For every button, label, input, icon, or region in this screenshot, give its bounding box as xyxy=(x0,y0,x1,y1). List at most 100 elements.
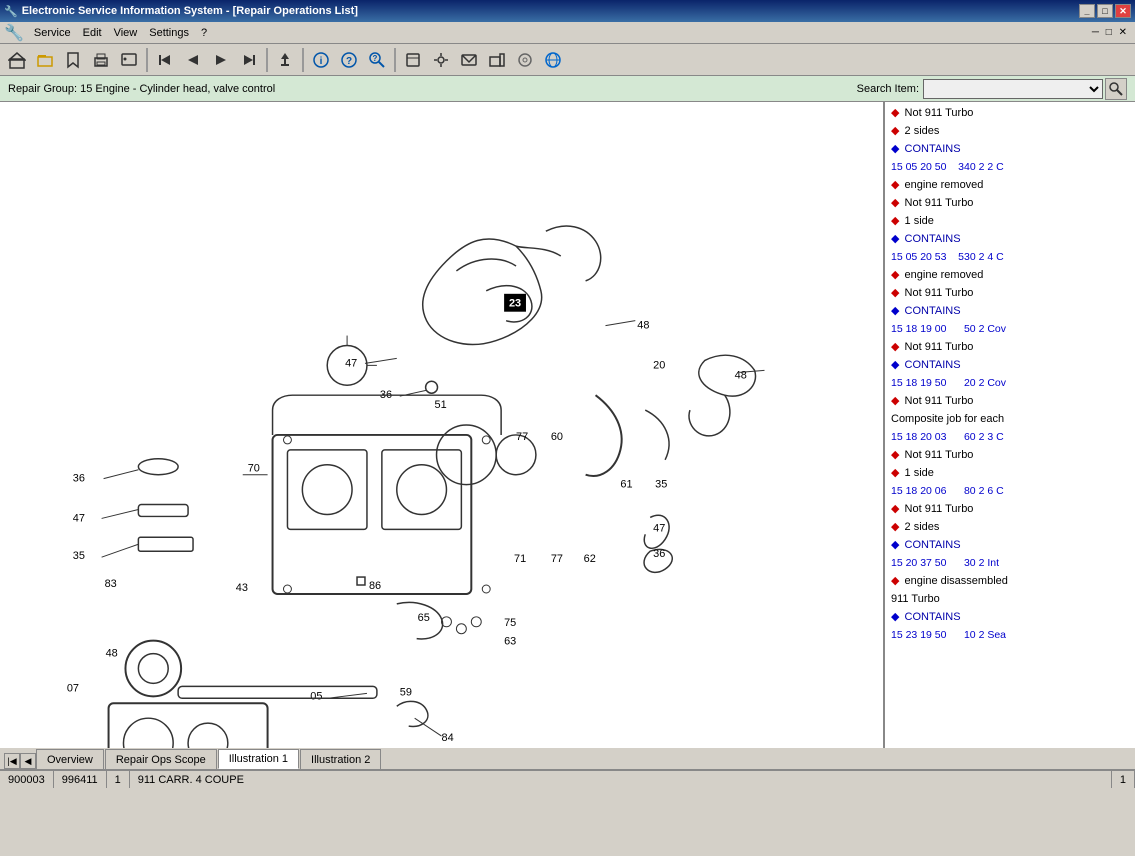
sub-minimize[interactable]: ─ xyxy=(1092,27,1099,38)
svg-text:23: 23 xyxy=(509,298,521,310)
rp-contains-icon-14: ◆ xyxy=(891,359,899,371)
svg-text:47: 47 xyxy=(73,512,85,524)
tab-nav-first[interactable]: |◀ xyxy=(4,753,20,769)
toolbar-next[interactable] xyxy=(208,47,234,73)
rp-text-20: 1 side xyxy=(905,467,934,479)
svg-text:65: 65 xyxy=(418,612,430,624)
rp-entry-8[interactable]: 15 05 20 53 530 2 4 C xyxy=(889,248,1131,266)
toolbar-config[interactable] xyxy=(428,47,454,73)
rp-entry-27: 911 Turbo xyxy=(889,590,1131,608)
status-bar: 900003 996411 1 911 CARR. 4 COUPE 1 xyxy=(0,770,1135,788)
svg-text:59: 59 xyxy=(400,686,412,698)
toolbar-search-help[interactable]: ? xyxy=(364,47,390,73)
rp-entry-29[interactable]: 15 23 19 50 10 2 Sea xyxy=(889,626,1131,644)
tab-illustration-2[interactable]: Illustration 2 xyxy=(300,749,381,769)
svg-text:91: 91 xyxy=(66,747,78,748)
rp-entry-19: ◆ Not 911 Turbo xyxy=(889,446,1131,464)
menu-edit[interactable]: Edit xyxy=(77,25,108,41)
search-input[interactable] xyxy=(923,79,1103,99)
toolbar-tools[interactable] xyxy=(400,47,426,73)
rp-text-4: engine removed xyxy=(905,179,984,191)
toolbar-first[interactable] xyxy=(152,47,178,73)
rp-text-26: engine disassembled xyxy=(905,575,1008,587)
status-text-1: 900003 xyxy=(8,774,45,786)
toolbar-prev[interactable] xyxy=(180,47,206,73)
rp-entry-14: ◆ CONTAINS xyxy=(889,356,1131,374)
rp-text-7: CONTAINS xyxy=(905,233,961,245)
rp-text-2: CONTAINS xyxy=(905,143,961,155)
sub-restore[interactable]: □ xyxy=(1106,27,1112,38)
svg-text:05: 05 xyxy=(310,690,322,702)
status-cell-4: 911 CARR. 4 COUPE xyxy=(130,771,1112,788)
search-go-button[interactable] xyxy=(1105,78,1127,100)
toolbar-print[interactable] xyxy=(88,47,114,73)
parts-diagram: 23 48 48 20 xyxy=(0,102,883,748)
rp-diamond-icon-9: ◆ xyxy=(891,269,899,281)
menu-view[interactable]: View xyxy=(108,25,144,41)
right-panel-content: ◆ Not 911 Turbo ◆ 2 sides ◆ CONTAINS 15 … xyxy=(885,102,1135,646)
svg-text:70: 70 xyxy=(248,463,260,475)
rp-entry-24: ◆ CONTAINS xyxy=(889,536,1131,554)
diagram-area: 911 Carrera, 911 Carrera 4 23 48 48 xyxy=(0,102,885,748)
tab-overview[interactable]: Overview xyxy=(36,749,104,769)
title-bar: 🔧 Electronic Service Information System … xyxy=(0,0,1135,22)
rp-entry-21[interactable]: 15 18 20 06 80 2 6 C xyxy=(889,482,1131,500)
menu-service[interactable]: Service xyxy=(28,25,77,41)
toolbar-bookmark[interactable] xyxy=(60,47,86,73)
tab-repair-ops-scope-label: Repair Ops Scope xyxy=(116,754,206,766)
toolbar-last[interactable] xyxy=(236,47,262,73)
tab-nav-prev[interactable]: ◀ xyxy=(20,753,36,769)
sub-close[interactable]: ✕ xyxy=(1119,27,1127,38)
rp-entry-12[interactable]: 15 18 19 00 50 2 Cov xyxy=(889,320,1131,338)
svg-text:61: 61 xyxy=(620,479,632,491)
rp-entry-22: ◆ Not 911 Turbo xyxy=(889,500,1131,518)
rp-diamond-icon-20: ◆ xyxy=(891,467,899,479)
right-panel[interactable]: ◆ Not 911 Turbo ◆ 2 sides ◆ CONTAINS 15 … xyxy=(885,102,1135,748)
rp-entry-15[interactable]: 15 18 19 50 20 2 Cov xyxy=(889,374,1131,392)
rp-text-1: 2 sides xyxy=(905,125,940,137)
rp-entry-3[interactable]: 15 05 20 50 340 2 2 C xyxy=(889,158,1131,176)
rp-text-9: engine removed xyxy=(905,269,984,281)
toolbar-open[interactable] xyxy=(32,47,58,73)
rp-text-15: 15 18 19 50 20 2 Cov xyxy=(891,377,1006,389)
tab-illustration-2-label: Illustration 2 xyxy=(311,754,370,766)
toolbar-help[interactable]: ? xyxy=(336,47,362,73)
rp-entry-25[interactable]: 15 20 37 50 30 2 Int xyxy=(889,554,1131,572)
rp-text-25: 15 20 37 50 30 2 Int xyxy=(891,557,999,569)
svg-text:63: 63 xyxy=(504,636,516,648)
toolbar-info[interactable]: i xyxy=(308,47,334,73)
toolbar-fax[interactable] xyxy=(484,47,510,73)
search-bar: Repair Group: 15 Engine - Cylinder head,… xyxy=(0,76,1135,102)
window-title: Electronic Service Information System - … xyxy=(22,5,1079,17)
search-item-label: Search Item: xyxy=(857,83,919,95)
toolbar-sep3 xyxy=(302,48,304,72)
menu-help[interactable]: ? xyxy=(195,25,213,41)
rp-diamond-icon-22: ◆ xyxy=(891,503,899,515)
rp-entry-9: ◆ engine removed xyxy=(889,266,1131,284)
rp-diamond-icon-16: ◆ xyxy=(891,395,899,407)
toolbar-cd[interactable] xyxy=(512,47,538,73)
rp-text-3: 15 05 20 50 340 2 2 C xyxy=(891,161,1004,173)
svg-text:75: 75 xyxy=(504,617,516,629)
minimize-button[interactable]: _ xyxy=(1079,4,1095,18)
toolbar-print2[interactable] xyxy=(116,47,142,73)
toolbar-up[interactable] xyxy=(272,47,298,73)
tab-repair-ops-scope[interactable]: Repair Ops Scope xyxy=(105,749,217,769)
maximize-button[interactable]: □ xyxy=(1097,4,1113,18)
toolbar-mail[interactable] xyxy=(456,47,482,73)
rp-entry-18[interactable]: 15 18 20 03 60 2 3 C xyxy=(889,428,1131,446)
svg-text:48: 48 xyxy=(637,320,649,332)
toolbar-globe[interactable] xyxy=(540,47,566,73)
menu-settings[interactable]: Settings xyxy=(143,25,195,41)
tab-illustration-1[interactable]: Illustration 1 xyxy=(218,749,299,769)
rp-text-23: 2 sides xyxy=(905,521,940,533)
window-controls: _ □ ✕ xyxy=(1079,4,1131,18)
toolbar-sep2 xyxy=(266,48,268,72)
svg-text:71: 71 xyxy=(514,553,526,565)
close-button[interactable]: ✕ xyxy=(1115,4,1131,18)
tab-illustration-1-label: Illustration 1 xyxy=(229,753,288,765)
rp-diamond-icon-23: ◆ xyxy=(891,521,899,533)
menu-bar: 🔧 Service Edit View Settings ? ─ □ ✕ xyxy=(0,22,1135,44)
rp-entry-7: ◆ CONTAINS xyxy=(889,230,1131,248)
toolbar-home[interactable] xyxy=(4,47,30,73)
